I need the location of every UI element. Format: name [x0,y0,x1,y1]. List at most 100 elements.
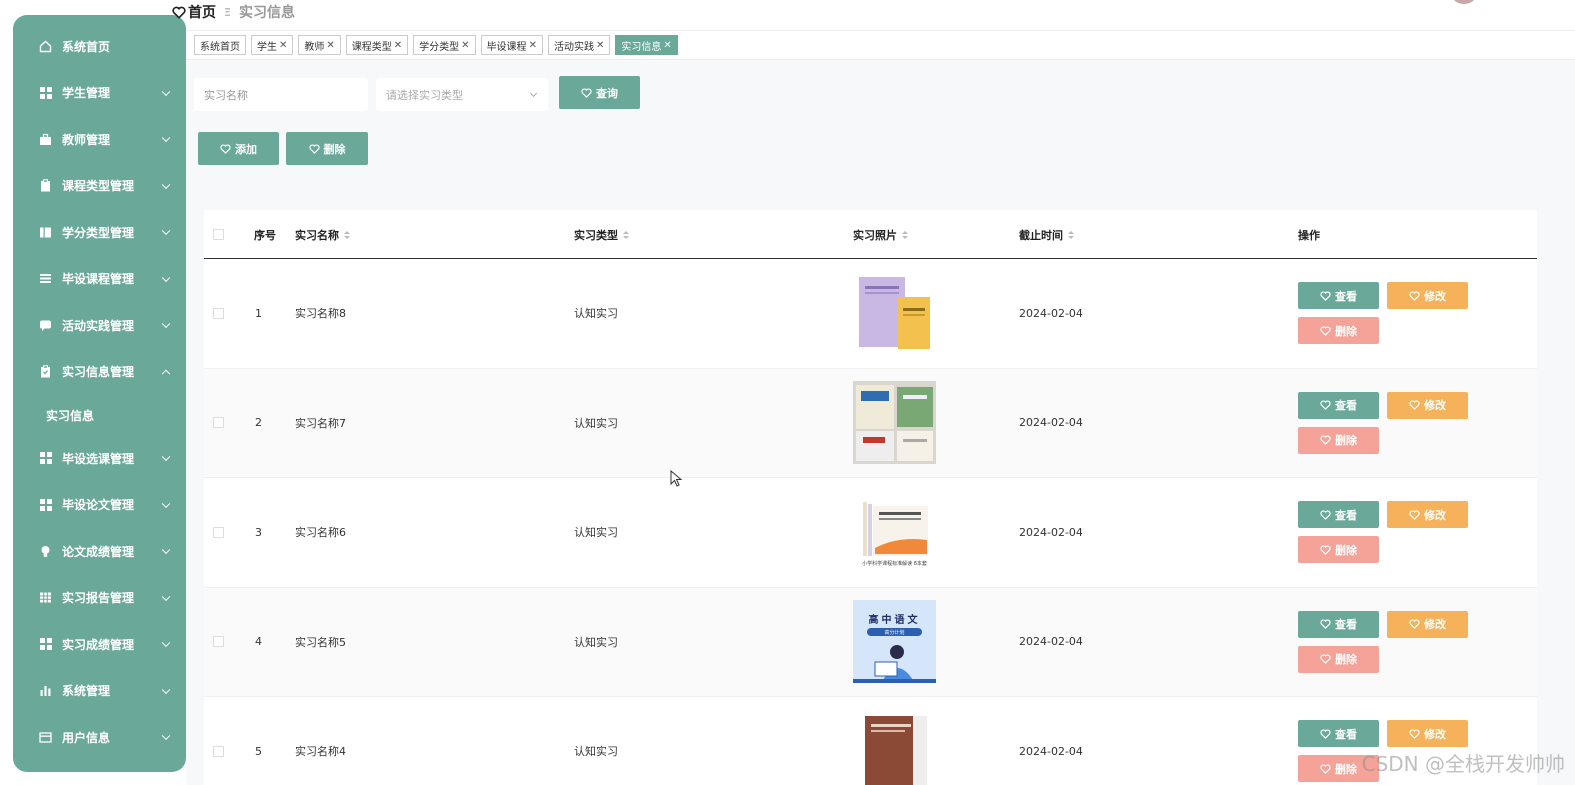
sidebar-item-label: 活动实践管理 [62,318,135,333]
view-button[interactable]: 查看 [1298,282,1379,309]
select-all-checkbox[interactable] [213,229,224,240]
view-button[interactable]: 查看 [1298,501,1379,528]
app-root: 系统首页 学生管理 教师管理 课程类型管理 学分类型管理 毕设课程管理 活动实践… [0,0,1575,785]
edit-label: 修改 [1424,289,1446,303]
sidebar-item-label: 论文成绩管理 [62,544,135,559]
tag-graduation-courses[interactable]: 毕设课程 ✕ [480,35,543,55]
chevron-down-icon [161,685,171,694]
row-checkbox[interactable] [213,745,224,757]
internship-photo[interactable]: 高中语文 高分计划 [853,600,936,684]
edit-button[interactable]: 修改 [1387,391,1468,419]
close-icon[interactable]: ✕ [596,40,604,51]
edit-button[interactable]: 修改 [1387,282,1468,309]
sort-icon[interactable] [1068,230,1074,239]
heart-icon [1320,509,1331,520]
tags-bar: 系统首页 学生 ✕ 教师 ✕ 课程类型 ✕ 学分类型 ✕ 毕设课程 ✕ 活动实践 ✕ 实习信… [186,30,1575,60]
edit-button[interactable]: 修改 [1387,720,1468,747]
sidebar-item-thesis-scores[interactable]: 论文成绩管理 [13,528,186,575]
tag-home[interactable]: 系统首页 [194,35,246,55]
edit-button[interactable]: 修改 [1387,501,1468,528]
cell-index: 3 [255,525,262,539]
delete-button[interactable]: 删除 [1298,536,1379,563]
add-button[interactable]: 添加 [198,132,279,165]
row-checkbox[interactable] [213,636,224,648]
close-icon[interactable]: ✕ [394,40,402,51]
cell-name: 实习名称8 [295,307,346,321]
sidebar-item-course-selection[interactable]: 毕设选课管理 [13,435,186,482]
breadcrumb: 首页 Ξ 实习信息 [172,2,295,22]
sidebar-item-user-info[interactable]: 用户信息 [13,714,186,761]
close-icon[interactable]: ✕ [529,40,537,51]
breadcrumb-home[interactable]: 首页 [172,2,216,22]
row-checkbox[interactable] [213,307,224,319]
close-icon[interactable]: ✕ [663,40,671,51]
sidebar-item-internship-reports[interactable]: 实习报告管理 [13,575,186,622]
clipboard-icon [39,365,52,378]
internship-photo[interactable] [853,381,936,465]
sidebar-item-label: 用户信息 [62,730,111,745]
header-name[interactable]: 实习名称 [295,210,350,259]
sidebar-item-system[interactable]: 系统管理 [13,668,186,715]
internship-type-select[interactable]: 请选择实习类型 [376,78,548,111]
delete-button[interactable]: 删除 [1298,317,1379,344]
photo-caption: 小学科学课程标准解读 8本套 [862,560,927,567]
row-checkbox[interactable] [213,417,224,429]
edit-button[interactable]: 修改 [1387,610,1468,638]
row-checkbox-cell [213,588,224,697]
card-icon [39,731,52,744]
sort-icon[interactable] [902,230,908,239]
row-checkbox[interactable] [213,526,224,538]
sidebar-item-credit-types[interactable]: 学分类型管理 [13,209,186,256]
tag-label: 课程类型 [351,41,392,53]
cell-type: 认知实习 [574,526,618,540]
header-photo[interactable]: 实习照片 [853,210,908,259]
sidebar-item-graduation-courses[interactable]: 毕设课程管理 [13,256,186,303]
sort-icon[interactable] [344,230,350,239]
view-button[interactable]: 查看 [1298,391,1379,419]
sidebar-item-thesis[interactable]: 毕设论文管理 [13,482,186,529]
view-button[interactable]: 查看 [1298,610,1379,638]
sidebar-item-activities[interactable]: 活动实践管理 [13,302,186,349]
delete-button[interactable]: 删除 [1298,426,1379,454]
cell-deadline: 2024-02-04 [1019,416,1083,430]
sidebar-item-course-types[interactable]: 课程类型管理 [13,163,186,210]
header-type[interactable]: 实习类型 [574,210,629,259]
tag-label: 学分类型 [419,41,460,53]
header-deadline[interactable]: 截止时间 [1019,210,1074,259]
grid-icon [39,638,52,651]
avatar[interactable] [1449,0,1479,4]
sort-icon[interactable] [623,230,629,239]
internship-photo[interactable] [853,709,936,785]
sidebar-item-students[interactable]: 学生管理 [13,70,186,117]
cell-photo: 高中语文 高分计划 [853,588,936,697]
sidebar-item-home[interactable]: 系统首页 [13,23,186,70]
sidebar-subitem-internship-info[interactable]: 实习信息 [13,395,186,435]
sidebar-item-teachers[interactable]: 教师管理 [13,116,186,163]
chevron-down-icon [529,89,538,98]
tag-course-types[interactable]: 课程类型 ✕ [345,35,409,55]
chevron-down-icon [161,319,171,329]
tag-students[interactable]: 学生 ✕ [251,35,294,55]
tag-internship-info[interactable]: 实习信息 ✕ [615,35,678,55]
close-icon[interactable]: ✕ [461,40,469,51]
sidebar-item-internship-scores[interactable]: 实习成绩管理 [13,621,186,668]
internship-name-input[interactable]: 实习名称 [194,78,368,111]
header-ops-label: 操作 [1298,228,1320,242]
internship-photo[interactable] [853,271,936,355]
sidebar-item-internship-info[interactable]: 实习信息管理 [13,349,186,396]
internship-photo[interactable]: 小学科学课程标准解读 8本套 [853,490,936,574]
heart-icon [1320,728,1331,739]
tag-teachers[interactable]: 教师 ✕ [298,35,341,55]
close-icon[interactable]: ✕ [326,40,334,51]
tag-credit-types[interactable]: 学分类型 ✕ [413,35,476,55]
tag-activities[interactable]: 活动实践 ✕ [547,35,611,55]
delete-button[interactable]: 删除 [1298,645,1379,673]
cell-index: 1 [255,306,262,320]
query-button[interactable]: 查询 [559,76,640,109]
batch-delete-button[interactable]: 删除 [286,132,368,165]
view-label: 查看 [1335,289,1357,303]
view-button[interactable]: 查看 [1298,720,1379,747]
sidebar: 系统首页 学生管理 教师管理 课程类型管理 学分类型管理 毕设课程管理 活动实践… [13,15,186,772]
close-icon[interactable]: ✕ [279,40,287,51]
watermark: CSDN @全栈开发帅帅 [1361,752,1565,776]
